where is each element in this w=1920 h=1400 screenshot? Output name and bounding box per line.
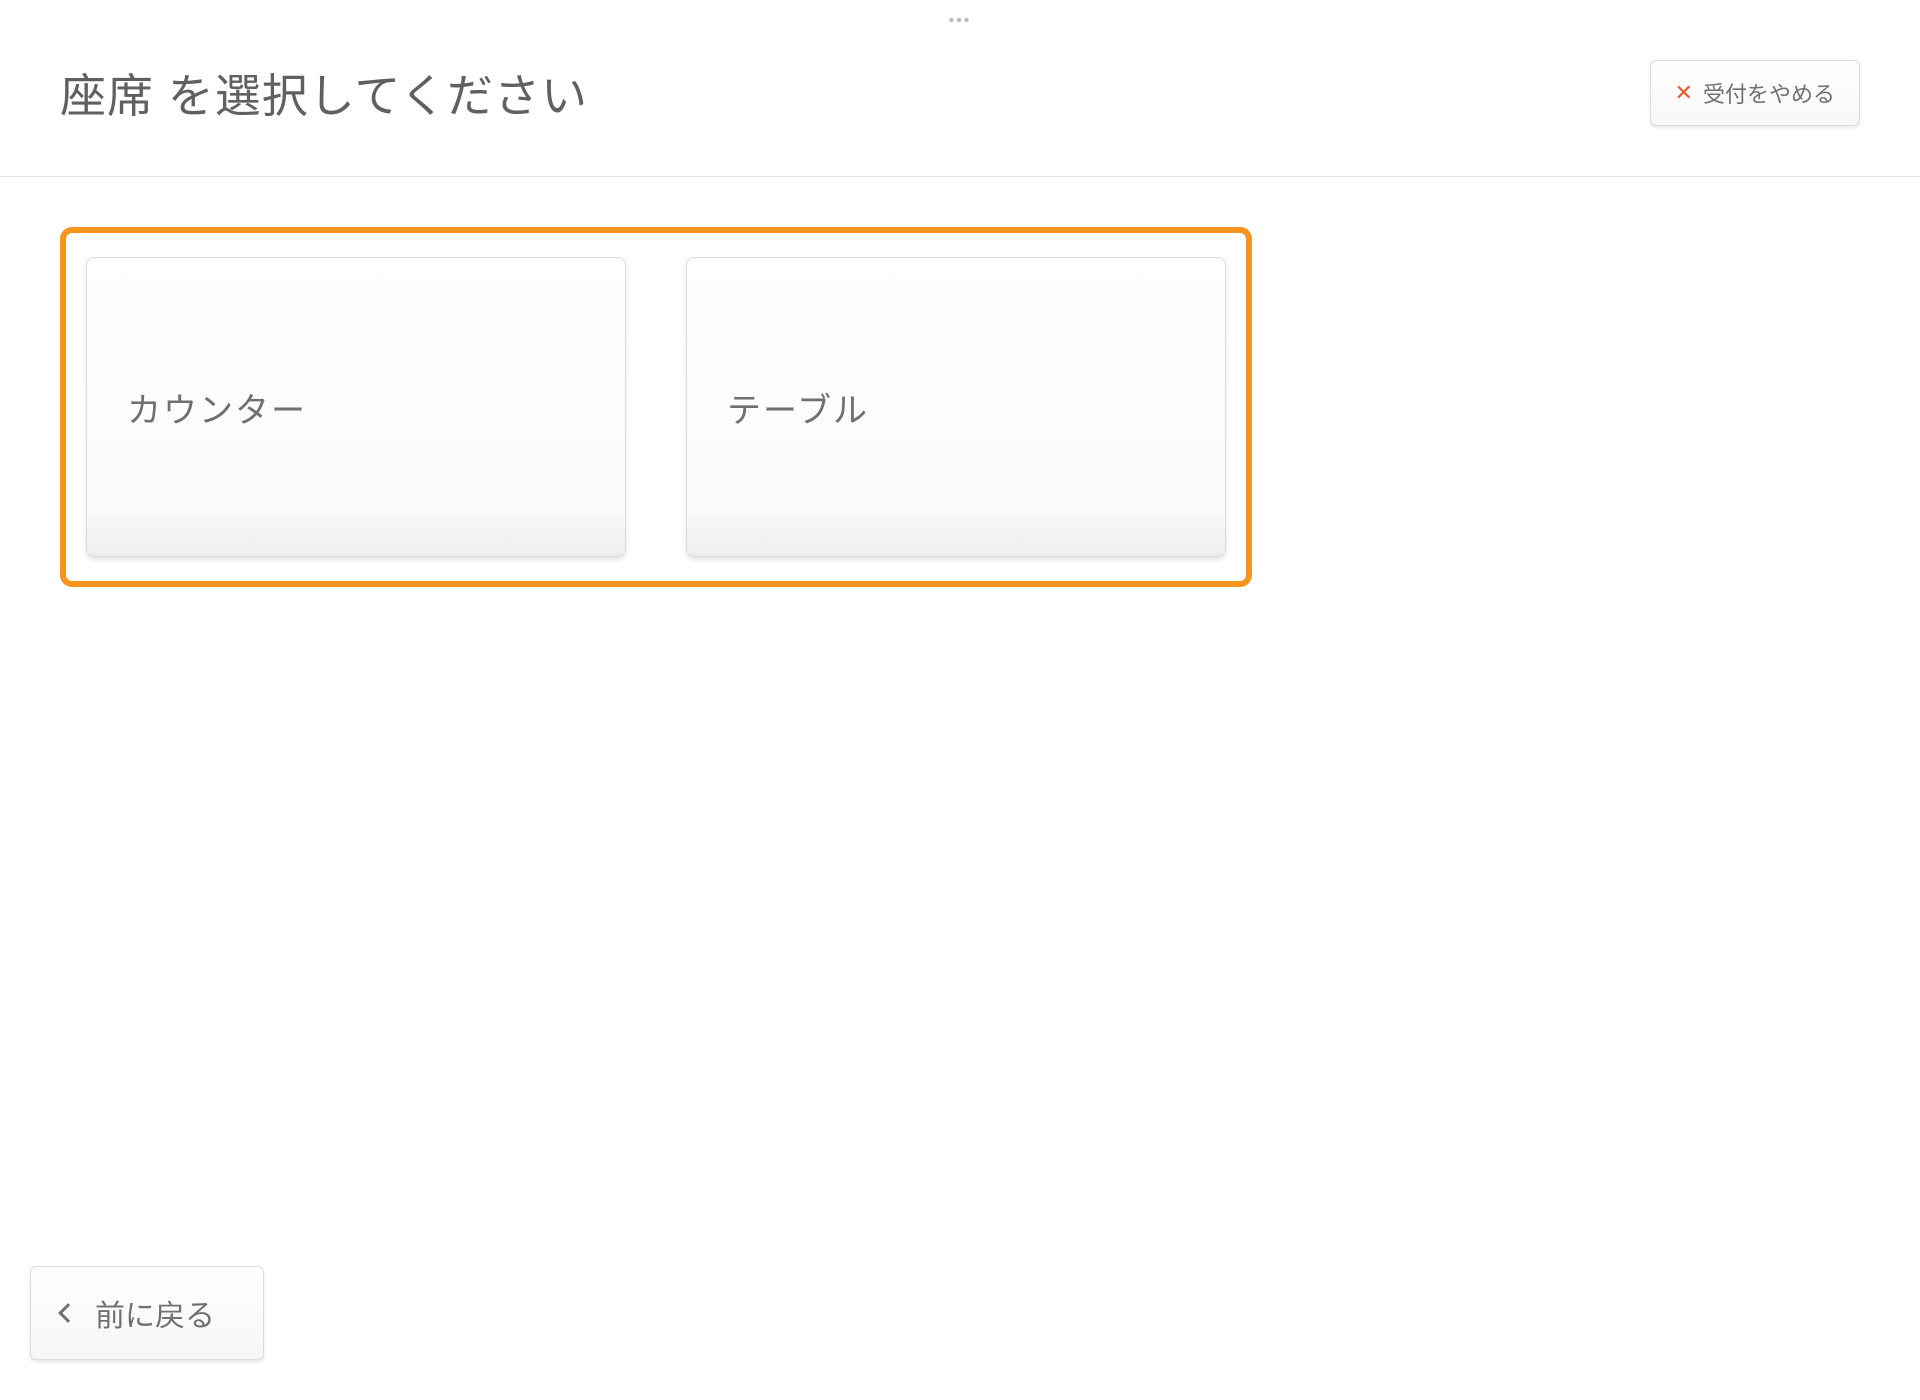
back-button-label: 前に戻る [95,1291,215,1335]
cancel-button-label: 受付をやめる [1703,77,1835,109]
option-label: カウンター [127,383,307,432]
chevron-left-icon [58,1303,78,1323]
option-label: テーブル [727,383,869,432]
back-button[interactable]: 前に戻る [30,1266,264,1360]
close-icon: ✕ [1675,80,1693,106]
cancel-reception-button[interactable]: ✕ 受付をやめる [1650,60,1860,126]
page-title: 座席 を選択してください [60,60,588,126]
seat-option-table[interactable]: テーブル [686,257,1226,557]
footer: 前に戻る [30,1266,264,1360]
seat-option-counter[interactable]: カウンター [86,257,626,557]
header: 座席 を選択してください ✕ 受付をやめる [0,30,1920,176]
window-drag-indicator: ••• [0,0,1920,30]
options-highlight-frame: カウンター テーブル [60,227,1252,587]
content-area: カウンター テーブル [0,177,1920,637]
